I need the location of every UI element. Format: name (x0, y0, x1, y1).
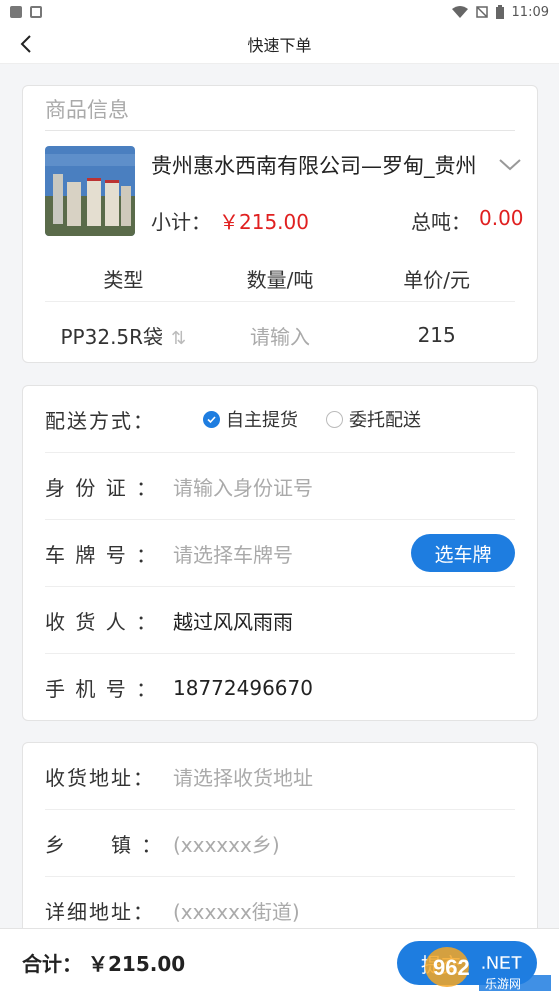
back-button[interactable] (12, 30, 40, 58)
phone-label: 手 机 号 ： (45, 677, 159, 701)
consignee-input[interactable]: 越过风风雨雨 (173, 606, 515, 635)
consignee-label: 收 货 人 ： (45, 609, 159, 634)
battery-icon (495, 5, 504, 19)
total-label: 合计： (22, 951, 82, 976)
product-name[interactable]: 贵州惠水西南有限公司—罗甸_贵州 (151, 150, 491, 180)
radio-checked-icon (203, 410, 220, 428)
option-self-pickup[interactable]: 自主提货 (203, 406, 298, 432)
id-card-row: 身 份 证 ： 请输入身份证号 (45, 453, 515, 520)
option-label: 自主提货 (226, 410, 298, 431)
delivery-method-options: 自主提货 委托配送 (203, 406, 421, 432)
option-label: 委托配送 (349, 410, 421, 431)
status-time: 11:09 (511, 4, 549, 20)
select-plate-button[interactable]: 选车牌 (411, 534, 515, 572)
radio-unchecked-icon (326, 410, 343, 428)
product-image (45, 146, 135, 236)
plate-row: 车 牌 号 ： 请选择车牌号 选车牌 (45, 520, 515, 587)
consignee-row: 收 货 人 ： 越过风风雨雨 (45, 587, 515, 654)
total-tons-value: 0.00 (479, 206, 524, 230)
nav-bar: 快速下单 (0, 24, 559, 64)
delivery-method-label: 配送方式： (45, 408, 155, 433)
subtotal-label: 小计： (151, 210, 211, 234)
phone-input[interactable]: 18772496670 (173, 676, 515, 700)
address-input[interactable]: 请选择收货地址 (173, 762, 515, 791)
plate-input[interactable]: 请选择车牌号 (173, 539, 411, 568)
wifi-icon (451, 6, 468, 18)
town-input[interactable]: (xxxxxx乡) (173, 829, 515, 858)
type-selector[interactable]: PP32.5R袋 ⇅ (45, 321, 202, 350)
table-header: 类型 数量/吨 单价/元 (45, 256, 515, 302)
bottom-bar: 合计： ￥215.00 提交 962 .NET 乐游网 (0, 928, 559, 995)
detail-address-input[interactable]: (xxxxxx街道) (173, 896, 515, 925)
swap-icon[interactable]: ⇅ (171, 328, 186, 349)
id-card-input[interactable]: 请输入身份证号 (173, 472, 515, 501)
svg-text:乐游网: 乐游网 (485, 977, 521, 991)
option-entrusted-delivery[interactable]: 委托配送 (326, 406, 421, 432)
detail-address-label: 详细地址： (45, 900, 155, 924)
no-sim-icon (475, 6, 488, 18)
column-header-type: 类型 (103, 268, 144, 292)
divider (45, 130, 515, 131)
unit-price-value: 215 (417, 323, 456, 347)
chevron-down-icon[interactable] (495, 150, 525, 180)
subtotal-value: ￥215.00 (219, 210, 309, 234)
quantity-input[interactable]: 请输入 (202, 321, 359, 350)
column-header-unit-price: 单价/元 (403, 268, 471, 292)
svg-text:.NET: .NET (481, 953, 522, 973)
address-label: 收货地址： (45, 765, 155, 790)
total-value: ￥215.00 (88, 951, 186, 976)
phone-row: 手 机 号 ： 18772496670 (45, 654, 515, 721)
svg-text:962: 962 (433, 955, 470, 980)
page-title: 快速下单 (247, 35, 312, 55)
id-card-label: 身 份 证 ： (45, 475, 159, 500)
column-header-quantity: 数量/吨 (246, 268, 314, 292)
status-bar: 11:09 (0, 0, 559, 24)
town-row: 乡 镇 ： (xxxxxx乡) (45, 810, 515, 877)
watermark-logo: 962 .NET 乐游网 (425, 947, 551, 991)
delivery-method-row: 配送方式： 自主提货 委托配送 (45, 386, 515, 453)
gallery-icon (10, 6, 22, 18)
address-row: 收货地址： 请选择收货地址 (45, 743, 515, 810)
chevron-left-icon (20, 35, 31, 53)
app-icon (30, 6, 42, 18)
plate-label: 车 牌 号 ： (45, 542, 159, 567)
delivery-card: 配送方式： 自主提货 委托配送 身 份 证 ： 请输入身份证号 车 牌 号 ： … (22, 385, 538, 721)
goods-card: 商品信息 贵州惠水西南有限公司—罗甸_贵州 小计： ￥215.00 总吨： 0.… (22, 85, 538, 363)
type-value: PP32.5R袋 (60, 324, 164, 349)
town-label: 乡 镇 ： (45, 832, 164, 857)
section-title: 商品信息 (45, 98, 129, 122)
total-tons-label: 总吨： (411, 210, 471, 234)
table-row: PP32.5R袋 ⇅ 请输入 215 (45, 312, 515, 358)
